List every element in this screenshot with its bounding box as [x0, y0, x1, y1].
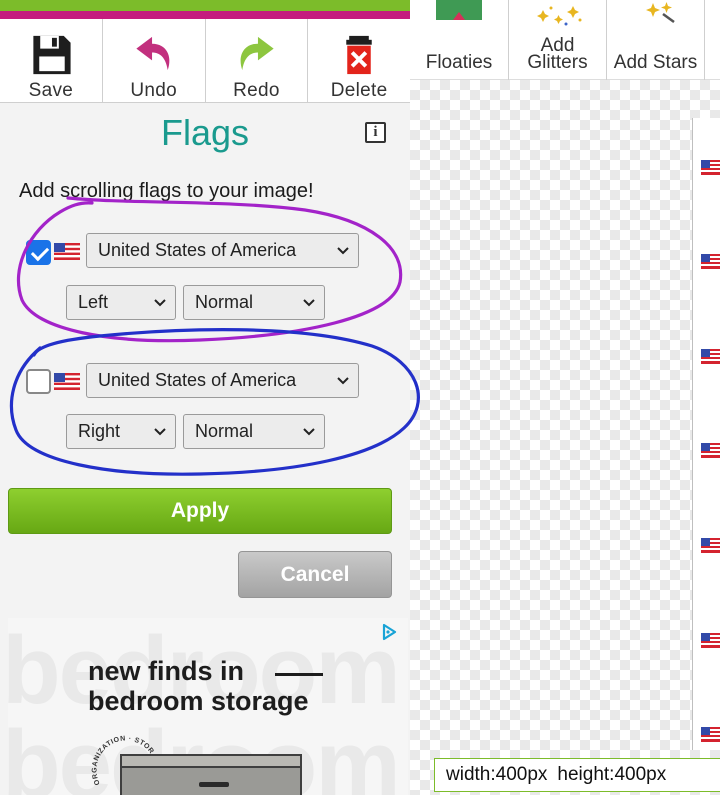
flag-2-direction-select[interactable]: Right — [66, 414, 176, 449]
chevron-down-icon — [154, 428, 166, 436]
flag-1-country-select[interactable]: United States of America — [86, 233, 359, 268]
ad-headline-line2: bedroom storage — [88, 686, 309, 716]
save-label: Save — [28, 80, 74, 101]
undo-label: Undo — [130, 80, 177, 101]
chevron-down-icon — [303, 428, 315, 436]
flag-1-direction-select[interactable]: Left — [66, 285, 176, 320]
effects-tabs: Floaties Add Glitters Add Stars — [410, 0, 720, 80]
adchoices-icon[interactable] — [380, 623, 398, 641]
us-flag-icon — [701, 349, 720, 364]
flag-2-speed-select[interactable]: Normal — [183, 414, 325, 449]
redo-button[interactable]: Redo — [206, 19, 309, 102]
chevron-down-icon — [154, 299, 166, 307]
stars-wand-icon — [646, 2, 675, 24]
chevron-down-icon — [303, 299, 315, 307]
delete-button[interactable]: Delete — [308, 19, 410, 102]
floaties-image-icon — [436, 0, 482, 20]
canvas-area[interactable] — [410, 80, 720, 795]
flag-1-checkbox[interactable] — [26, 240, 51, 265]
top-stripe-magenta — [0, 11, 410, 19]
us-flag-icon — [54, 243, 80, 260]
ad-dash-rule — [275, 673, 323, 676]
undo-arrow-icon — [136, 36, 170, 71]
ad-cabinet-top — [122, 756, 300, 768]
ad-cabinet-handle — [199, 782, 229, 787]
cancel-button[interactable]: Cancel — [238, 551, 392, 598]
redo-label: Redo — [233, 80, 280, 101]
panel-title: Flags — [160, 112, 250, 153]
tab-floaties-label: Floaties — [425, 52, 493, 73]
us-flag-icon — [701, 727, 720, 742]
tab-stars-label: Add Stars — [613, 52, 698, 73]
us-flag-icon — [701, 538, 720, 553]
ad-headline-line1: new finds in — [88, 656, 245, 686]
us-flag-icon — [701, 443, 720, 458]
flags-panel: Save Undo Redo Delete Flags i Add scroll… — [0, 0, 410, 795]
chevron-down-icon — [337, 377, 349, 385]
canvas-width-text: width:400px — [446, 764, 548, 785]
trash-icon — [346, 35, 372, 75]
ad-cabinet-image — [120, 754, 302, 795]
tab-glitters-label-line2: Glitters — [527, 52, 588, 73]
redo-arrow-icon — [240, 36, 274, 71]
flag-1-speed-select[interactable]: Normal — [183, 285, 325, 320]
apply-button[interactable]: Apply — [8, 488, 392, 534]
flag-1-direction-value: Left — [78, 292, 109, 312]
canvas-height-text: height:400px — [557, 764, 667, 785]
glitter-sparkles-icon — [537, 6, 582, 26]
us-flag-icon — [54, 373, 80, 390]
flag-2-checkbox[interactable] — [26, 369, 51, 394]
info-icon[interactable]: i — [365, 122, 386, 143]
tab-add-glitters[interactable]: Add Glitters — [509, 0, 607, 80]
us-flag-icon — [701, 633, 720, 648]
tab-floaties[interactable]: Floaties — [410, 0, 509, 80]
tab-add-stars[interactable]: Add Stars — [607, 0, 705, 80]
save-icon — [33, 35, 71, 75]
save-button[interactable]: Save — [0, 19, 103, 102]
edit-toolbar: Save Undo Redo Delete — [0, 19, 410, 103]
canvas-image[interactable] — [692, 118, 720, 750]
panel-description: Add scrolling flags to your image! — [19, 180, 314, 202]
flag-1-speed-value: Normal — [195, 292, 254, 312]
flag-1-country-value: United States of America — [98, 240, 297, 260]
flag-2-country-select[interactable]: United States of America — [86, 363, 359, 398]
canvas-size-readout: width:400px height:400px — [434, 758, 720, 792]
flag-2-country-value: United States of America — [98, 370, 297, 390]
top-stripe-green — [0, 0, 410, 11]
undo-button[interactable]: Undo — [103, 19, 206, 102]
us-flag-icon — [701, 254, 720, 269]
delete-label: Delete — [330, 80, 388, 101]
us-flag-icon — [701, 160, 720, 175]
advertisement[interactable]: bedroom bedroom new finds in bedroom sto… — [8, 618, 408, 795]
flag-2-direction-value: Right — [78, 421, 121, 441]
chevron-down-icon — [337, 247, 349, 255]
flag-2-speed-value: Normal — [195, 421, 254, 441]
